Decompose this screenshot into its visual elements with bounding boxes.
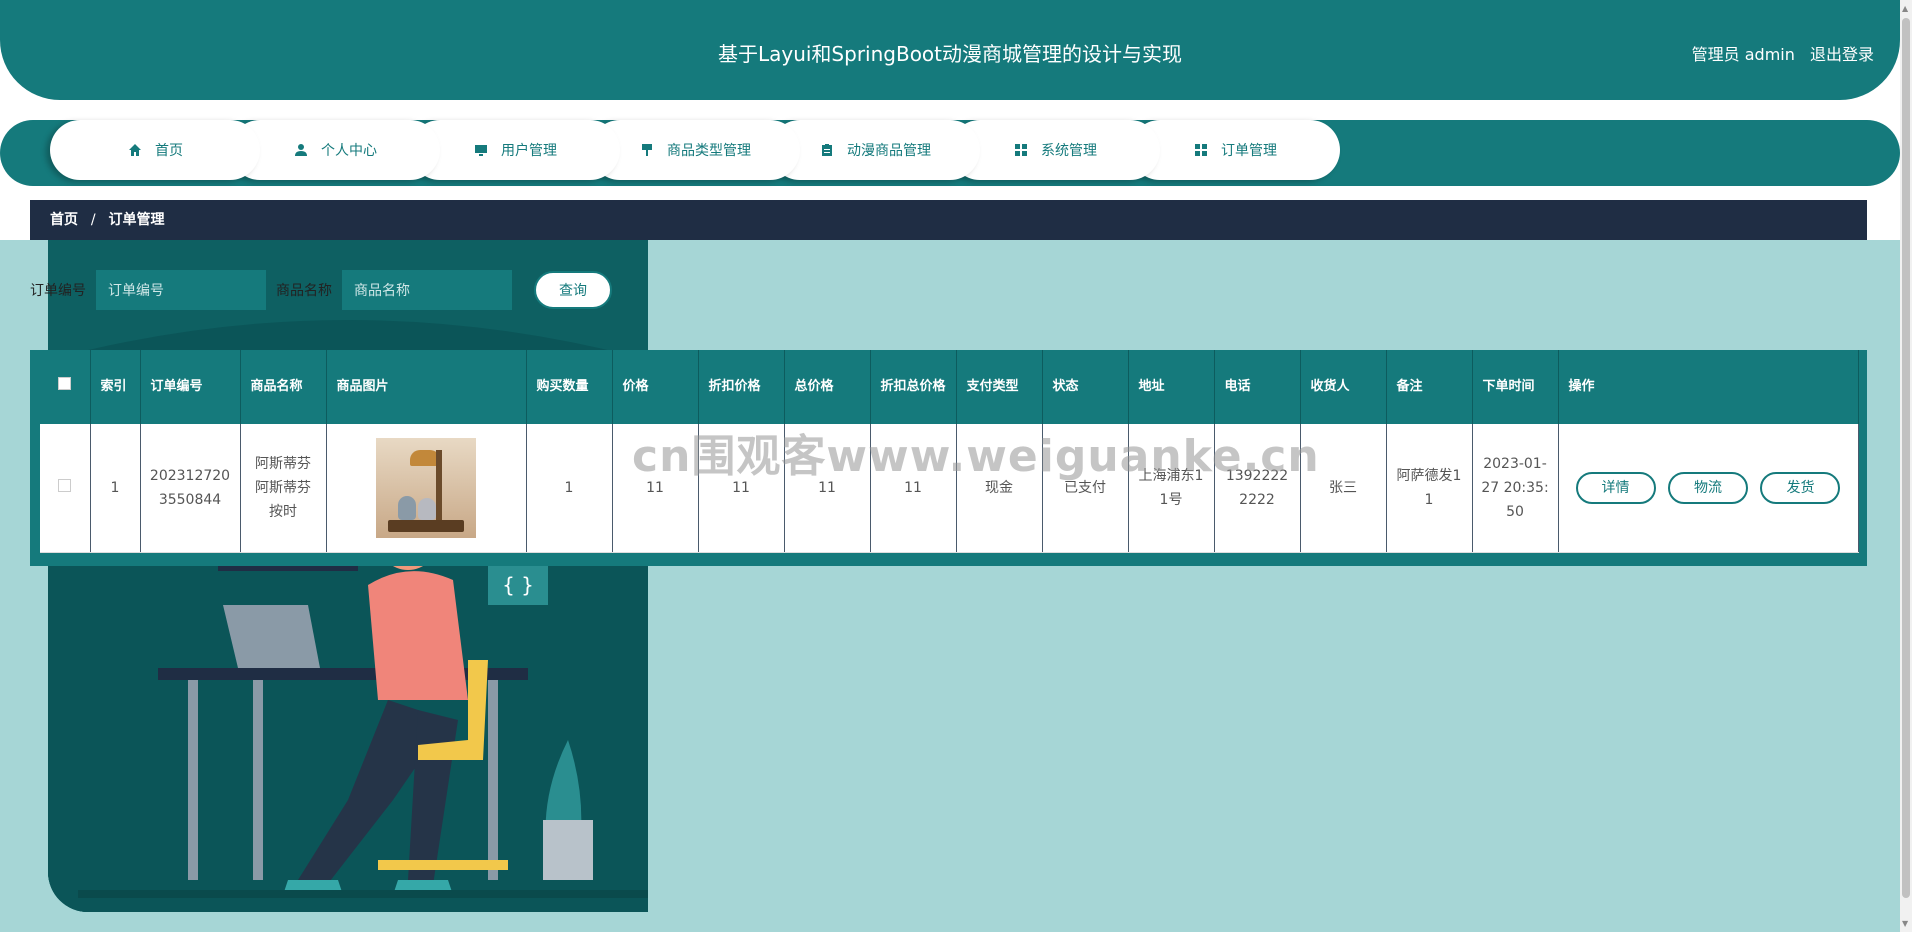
nav-item-users[interactable]: 用户管理 [410, 120, 620, 180]
nav-item-label: 动漫商品管理 [847, 143, 931, 159]
column-header: 订单编号 [140, 350, 241, 424]
column-header: 折扣总价格 [870, 350, 957, 424]
logistics-button[interactable]: 物流 [1668, 471, 1748, 504]
column-header: 支付类型 [956, 350, 1043, 424]
search-bar: 订单编号 商品名称 查询 [30, 270, 612, 310]
home-icon [127, 142, 143, 158]
column-header: 电话 [1214, 350, 1301, 424]
background-illustration: { } [48, 240, 648, 912]
select-all-checkbox[interactable] [58, 377, 72, 390]
main-nav: 首页 个人中心 用户管理 商品类型管理 动漫商品管理 系统管理 订单管理 [0, 120, 1900, 186]
column-header: 备注 [1386, 350, 1473, 424]
brush-icon [639, 142, 655, 158]
scrollbar-thumb[interactable] [1902, 18, 1910, 898]
column-header: 地址 [1128, 350, 1215, 424]
column-header: 操作 [1558, 350, 1859, 424]
detail-button[interactable]: 详情 [1575, 471, 1656, 504]
current-user-label: 管理员 admin [1691, 45, 1795, 64]
nav-item-system[interactable]: 系统管理 [950, 120, 1160, 180]
user-icon [293, 142, 309, 158]
column-header: 商品名称 [240, 350, 327, 424]
cell-actions: 详情 物流 发货 [1558, 424, 1859, 553]
cell-remark: 阿萨德发11 [1386, 424, 1473, 553]
cell-order-time: 2023-01-27 20:35:50 [1472, 424, 1559, 553]
app-header: 基于Layui和SpringBoot动漫商城管理的设计与实现 管理员 admin… [0, 0, 1900, 100]
row-checkbox-cell[interactable] [40, 424, 91, 553]
order-no-input[interactable] [96, 270, 266, 310]
nav-item-label: 订单管理 [1221, 143, 1277, 159]
column-header: 折扣价格 [698, 350, 785, 424]
breadcrumb-separator: / [90, 212, 96, 228]
nav-item-profile[interactable]: 个人中心 [230, 120, 440, 180]
nav-item-label: 用户管理 [501, 143, 557, 159]
logout-link[interactable]: 退出登录 [1810, 45, 1874, 64]
order-no-label: 订单编号 [30, 283, 86, 299]
nav-item-label: 系统管理 [1041, 143, 1097, 159]
row-checkbox[interactable] [58, 478, 72, 492]
scroll-down-icon[interactable]: ▼ [1902, 919, 1908, 928]
nav-item-anime-products[interactable]: 动漫商品管理 [770, 120, 980, 180]
nav-item-orders[interactable]: 订单管理 [1130, 120, 1340, 180]
product-name-label: 商品名称 [276, 283, 332, 299]
app-title: 基于Layui和SpringBoot动漫商城管理的设计与实现 [717, 42, 1183, 66]
user-area: 管理员 admin 退出登录 [1682, 41, 1874, 65]
grid-icon [1193, 142, 1209, 158]
watermark: cn围观客www.weiguanke.cn [632, 431, 1320, 482]
table-header-row: 索引 订单编号 商品名称 商品图片 购买数量 价格 折扣价格 总价格 折扣总价格… [40, 350, 1859, 424]
column-header: 价格 [612, 350, 699, 424]
select-all-checkbox-cell[interactable] [40, 350, 91, 424]
grid-icon [1013, 142, 1029, 158]
breadcrumb-home[interactable]: 首页 [50, 212, 78, 228]
column-header: 下单时间 [1472, 350, 1559, 424]
monitor-icon [473, 142, 489, 158]
cell-product-image [326, 424, 527, 553]
cell-product-name: 阿斯蒂芬阿斯蒂芬按时 [240, 424, 327, 553]
cell-order-no: 2023127203550844 [140, 424, 241, 553]
cell-index: 1 [90, 424, 141, 553]
nav-item-label: 个人中心 [321, 143, 377, 159]
scroll-up-icon[interactable]: ▲ [1902, 4, 1908, 13]
breadcrumb: 首页 / 订单管理 [30, 200, 1867, 240]
vertical-scrollbar[interactable]: ▲ ▼ [1900, 0, 1912, 932]
column-header: 总价格 [784, 350, 871, 424]
nav-item-product-types[interactable]: 商品类型管理 [590, 120, 800, 180]
clipboard-icon [819, 142, 835, 158]
column-header: 购买数量 [526, 350, 613, 424]
ship-button[interactable]: 发货 [1760, 471, 1841, 504]
product-image[interactable] [376, 437, 476, 538]
breadcrumb-current: 订单管理 [108, 212, 165, 228]
column-header: 收货人 [1300, 350, 1387, 424]
column-header: 状态 [1042, 350, 1129, 424]
nav-item-label: 商品类型管理 [667, 143, 751, 159]
cell-quantity: 1 [526, 424, 613, 553]
query-button[interactable]: 查询 [534, 271, 612, 309]
product-name-input[interactable] [342, 270, 512, 310]
column-header: 商品图片 [326, 350, 527, 424]
svg-text:{ }: { } [502, 573, 534, 597]
nav-item-label: 首页 [155, 143, 183, 159]
nav-item-home[interactable]: 首页 [50, 120, 260, 180]
column-header: 索引 [90, 350, 141, 424]
